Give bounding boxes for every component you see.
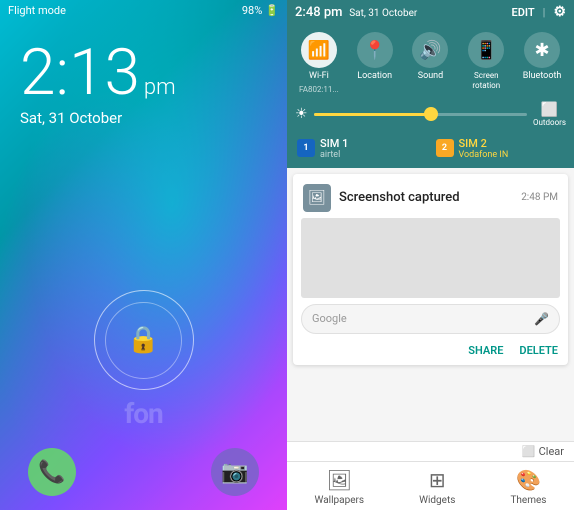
themes-label: Themes (510, 495, 546, 506)
bluetooth-label: Bluetooth (523, 71, 562, 82)
toggle-rotation[interactable]: 📱 Screen rotation (462, 32, 510, 94)
notif-title: Screenshot captured (339, 190, 513, 205)
share-button[interactable]: SHARE (468, 344, 503, 357)
bluetooth-icon: ✱ (535, 40, 550, 61)
mic-icon[interactable]: 🎤 (534, 312, 549, 326)
quick-toggles: 📶 Wi-Fi FA802:11... 📍 Location 🔊 Sound 📱… (287, 24, 574, 98)
clear-row: ⬜ Clear (287, 442, 574, 462)
sim1-carrier: airtel (320, 150, 348, 160)
notif-timestamp: 2:48 PM (521, 192, 558, 203)
brightness-row: ☀ ⬜ Outdoors (287, 98, 574, 133)
clear-icon: ⬜ (522, 445, 536, 458)
battery-percent: 98% (242, 4, 262, 17)
settings-icon[interactable]: ⚙ (553, 4, 566, 20)
watermark: fon (124, 397, 163, 430)
notification-status-bar: 2:48 pm Sat, 31 October EDIT | ⚙ (287, 0, 574, 24)
phone-button[interactable]: 📞 (28, 448, 76, 496)
location-label: Location (357, 71, 392, 82)
sim2-item[interactable]: 2 SIM 2 Vodafone IN (436, 137, 565, 160)
sim1-item[interactable]: 1 SIM 1 airtel (297, 137, 426, 160)
rotation-icon: 📱 (475, 40, 497, 61)
screenshot-notification: 🖼 Screenshot captured 2:48 PM Google 🎤 S… (293, 174, 568, 365)
bottom-panel: ⬜ Clear 🖼 Wallpapers ⊞ Widgets 🎨 Themes (287, 441, 574, 510)
sound-label: Sound (418, 71, 443, 82)
sim1-name: SIM 1 (320, 137, 348, 150)
search-placeholder: Google (312, 312, 528, 325)
lock-screen: Flight mode 98% 🔋 2:13 pm Sat, 31 Octobe… (0, 0, 287, 510)
notif-controls: EDIT | ⚙ (512, 4, 566, 20)
notif-time: 2:48 pm (295, 5, 342, 20)
status-bar-left: Flight mode 98% 🔋 (0, 0, 287, 21)
brightness-slider[interactable] (314, 113, 527, 116)
notification-panel: 2:48 pm Sat, 31 October EDIT | ⚙ 📶 Wi-Fi… (287, 0, 574, 510)
brightness-thumb (424, 107, 438, 121)
sound-toggle-icon: 🔊 (412, 32, 448, 68)
notif-card-header: 🖼 Screenshot captured 2:48 PM (293, 174, 568, 218)
sim1-badge: 1 (297, 139, 315, 157)
themes-icon: 🎨 (516, 468, 541, 492)
wifi-toggle-icon: 📶 (301, 32, 337, 68)
clock-ampm: pm (144, 75, 176, 100)
brightness-fill (314, 113, 431, 116)
widgets-label: Widgets (419, 495, 455, 506)
wallpapers-label: Wallpapers (315, 495, 365, 506)
outdoors-icon: ⬜ (541, 102, 558, 118)
wallpapers-shortcut[interactable]: 🖼 Wallpapers (315, 468, 365, 506)
clock-time: 2:13 (20, 35, 140, 110)
notif-actions: SHARE DELETE (293, 340, 568, 365)
notif-datetime: 2:48 pm Sat, 31 October (295, 5, 417, 20)
camera-icon: 📷 (221, 460, 248, 485)
sim2-carrier: Vodafone IN (459, 150, 509, 160)
screenshot-icon: 🖼 (308, 190, 326, 206)
sim1-info: SIM 1 airtel (320, 137, 348, 160)
time-display: 2:13 pm Sat, 31 October (0, 21, 287, 127)
screenshot-preview (301, 218, 560, 298)
clock-date: Sat, 31 October (20, 109, 267, 127)
lock-icon-area: 🔒 (94, 290, 194, 390)
rotation-label: Screen rotation (462, 71, 510, 90)
clear-button[interactable]: ⬜ Clear (522, 445, 564, 458)
lock-icon: 🔒 (127, 325, 159, 355)
wifi-sublabel: FA802:11... (299, 85, 339, 94)
location-toggle-icon: 📍 (357, 32, 393, 68)
lockscreen-bottom-bar: 📞 📷 (0, 434, 287, 510)
delete-button[interactable]: DELETE (519, 344, 558, 357)
battery-area: 98% 🔋 (242, 4, 279, 17)
toggle-location[interactable]: 📍 Location (351, 32, 399, 94)
camera-button[interactable]: 📷 (211, 448, 259, 496)
sim2-name: SIM 2 (459, 137, 509, 150)
lock-circle: 🔒 (94, 290, 194, 390)
toggle-wifi[interactable]: 📶 Wi-Fi FA802:11... (295, 32, 343, 94)
wifi-label: Wi-Fi (309, 71, 329, 82)
phone-icon: 📞 (38, 460, 65, 485)
rotation-toggle-icon: 📱 (468, 32, 504, 68)
widgets-icon: ⊞ (429, 468, 446, 492)
outdoors-label: Outdoors (533, 118, 566, 127)
google-search-bar[interactable]: Google 🎤 (301, 304, 560, 334)
toggle-bluetooth[interactable]: ✱ Bluetooth (518, 32, 566, 94)
edit-button[interactable]: EDIT (512, 6, 535, 19)
sound-icon: 🔊 (419, 40, 441, 61)
sim-row: 1 SIM 1 airtel 2 SIM 2 Vodafone IN (287, 133, 574, 168)
battery-icon: 🔋 (265, 4, 279, 17)
widgets-shortcut[interactable]: ⊞ Widgets (419, 468, 455, 506)
toggle-sound[interactable]: 🔊 Sound (406, 32, 454, 94)
notif-app-icon: 🖼 (303, 184, 331, 212)
sim2-badge: 2 (436, 139, 454, 157)
bluetooth-toggle-icon: ✱ (524, 32, 560, 68)
themes-shortcut[interactable]: 🎨 Themes (510, 468, 546, 506)
flight-mode-label: Flight mode (8, 4, 66, 17)
clear-label: Clear (539, 445, 564, 458)
shortcuts-row: 🖼 Wallpapers ⊞ Widgets 🎨 Themes (287, 462, 574, 510)
notif-date: Sat, 31 October (349, 8, 417, 19)
wallpapers-icon: 🖼 (327, 468, 352, 492)
wifi-icon: 📶 (308, 40, 330, 61)
sim2-info: SIM 2 Vodafone IN (459, 137, 509, 160)
location-icon: 📍 (363, 40, 385, 61)
brightness-icon: ☀ (295, 106, 308, 122)
